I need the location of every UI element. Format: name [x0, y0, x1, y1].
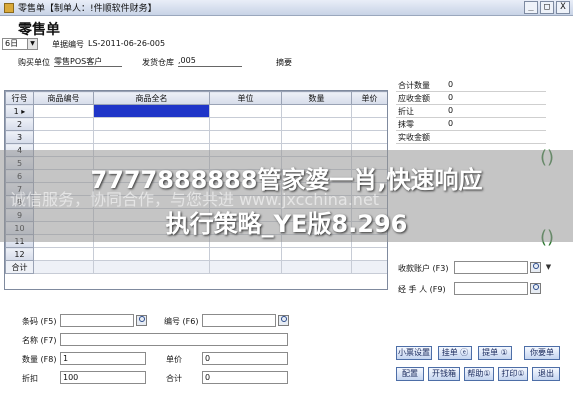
handler-label: 经 手 人 (F9) — [398, 285, 446, 294]
selected-cell[interactable] — [93, 104, 210, 118]
row-number: 12 — [5, 247, 34, 261]
table-row[interactable]: 3 — [5, 130, 387, 144]
open-drawer-button[interactable]: 开钱箱 — [428, 367, 460, 381]
summary-row: 合计数量 0 — [396, 79, 546, 92]
table-row[interactable]: 1 ▸ — [5, 104, 387, 118]
row-number: 3 — [5, 130, 34, 144]
account-label: 收款账户 (F3) — [398, 264, 449, 273]
summary-panel: 合计数量 0 应收金额 0 折让 0 抹零 0 实收金额 — [396, 79, 546, 144]
doc-no-label: 单据编号 — [52, 40, 84, 49]
config-button[interactable]: 配置 — [396, 367, 424, 381]
barcode-input[interactable] — [60, 314, 134, 327]
search-icon[interactable] — [530, 262, 541, 273]
date-select[interactable]: 6日 ▼ — [2, 38, 38, 50]
col-header[interactable]: 单价 — [351, 91, 387, 105]
qty-label: 数量 (F8) — [22, 355, 57, 364]
price-input[interactable]: 0 — [202, 352, 288, 365]
col-header[interactable]: 行号 — [5, 91, 34, 105]
row-number: 1 ▸ — [5, 104, 34, 118]
col-header[interactable]: 单位 — [209, 91, 282, 105]
discount-input[interactable]: 100 — [60, 371, 146, 384]
help-button[interactable]: 帮助① — [464, 367, 494, 381]
grid-header-row: 行号 商品编号 商品全名 单位 数量 单价 — [5, 91, 387, 105]
page-title: 零售单 — [18, 22, 60, 38]
close-button[interactable]: X — [556, 1, 570, 14]
buyer-label: 购买单位 — [18, 58, 50, 67]
hold-order-button[interactable]: 挂单 ⓔ — [438, 346, 472, 360]
qty-input[interactable]: 1 — [60, 352, 146, 365]
total-row: 合计 — [5, 260, 387, 274]
col-header[interactable]: 商品编号 — [33, 91, 94, 105]
handler-field[interactable] — [454, 282, 528, 295]
summary-row: 抹零 0 — [396, 118, 546, 131]
window-title: 零售单【制单人：!件顺软件财务】 — [18, 4, 157, 14]
row-number: 2 — [5, 117, 34, 131]
summary-row: 应收金额 0 — [396, 92, 546, 105]
app-icon — [4, 2, 14, 13]
search-icon[interactable] — [278, 315, 289, 326]
overlay-subheadline: 执行策略_YE版8.296 — [165, 210, 408, 238]
summary-row: 实收金额 — [396, 131, 546, 144]
minimize-button[interactable]: _ — [524, 1, 538, 14]
price-label: 单价 — [166, 355, 182, 364]
date-value: 6日 — [5, 39, 19, 48]
warehouse-field[interactable]: ,005 — [178, 56, 242, 67]
doc-no-value[interactable]: LS-2011-06-26-005 — [88, 39, 165, 48]
window-controls: _ □ X — [524, 1, 570, 14]
receipt-settings-button[interactable]: 小票设置 — [396, 346, 432, 360]
chevron-down-icon[interactable]: ▼ — [544, 262, 553, 273]
col-header[interactable]: 商品全名 — [93, 91, 210, 105]
title-bar: 零售单【制单人：!件顺软件财务】 _ □ X — [0, 0, 573, 16]
col-header[interactable]: 数量 — [281, 91, 352, 105]
buyer-field[interactable]: 零售POS客户 — [54, 56, 122, 67]
discount-label: 折扣 — [22, 374, 38, 383]
maximize-button[interactable]: □ — [540, 1, 554, 14]
table-row[interactable]: 12 — [5, 247, 387, 261]
print-button[interactable]: 打印① — [498, 367, 528, 381]
code-input[interactable] — [202, 314, 276, 327]
search-icon[interactable] — [530, 283, 541, 294]
overlay-headline: 7777888888管家婆一肖,快速响应 — [90, 166, 483, 194]
chevron-down-icon: ▼ — [27, 39, 37, 49]
exit-button[interactable]: 退出 — [532, 367, 560, 381]
summary-row: 折让 0 — [396, 105, 546, 118]
account-field[interactable] — [454, 261, 528, 274]
summary-label: 摘要 — [276, 58, 292, 67]
barcode-label: 条码 (F5) — [22, 317, 57, 326]
table-row[interactable]: 2 — [5, 117, 387, 131]
total-input[interactable]: 0 — [202, 371, 288, 384]
name-label: 名称 (F7) — [22, 336, 57, 345]
total-label: 合计 — [166, 374, 182, 383]
extra-order-button[interactable]: 你要单 — [524, 346, 560, 360]
search-icon[interactable] — [136, 315, 147, 326]
name-input[interactable] — [60, 333, 288, 346]
total-label: 合计 — [5, 260, 34, 274]
warehouse-label: 发货仓库 — [142, 58, 174, 67]
code-label: 编号 (F6) — [164, 317, 199, 326]
retrieve-order-button[interactable]: 提单 ① — [478, 346, 512, 360]
